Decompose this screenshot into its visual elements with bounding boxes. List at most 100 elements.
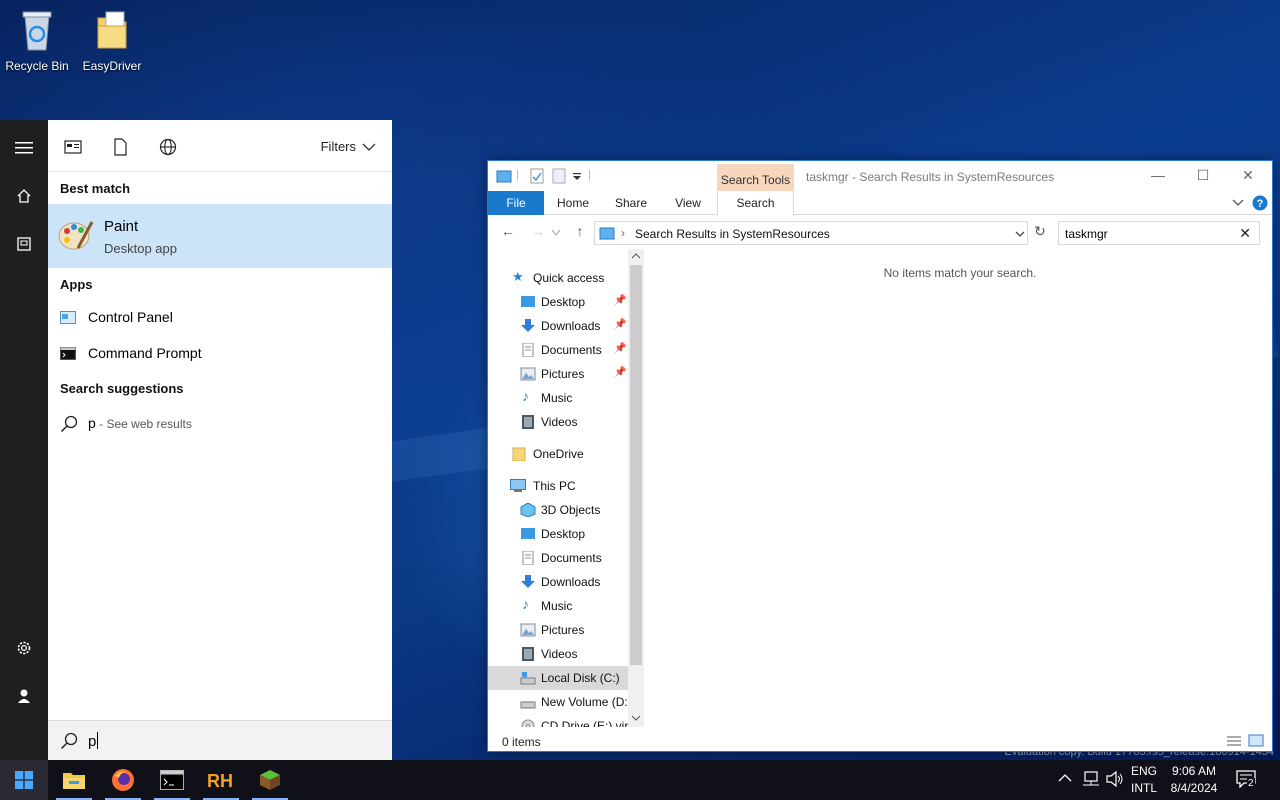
start-search-input[interactable]: p — [48, 720, 392, 760]
clock[interactable]: 9:06 AM 8/4/2024 — [1162, 763, 1226, 797]
help-icon[interactable]: ? — [1252, 195, 1268, 211]
back-arrow-icon[interactable]: ← — [498, 223, 518, 243]
app-result-label: Command Prompt — [88, 345, 202, 361]
nav-pane-scrollbar[interactable] — [628, 249, 644, 727]
results-pane[interactable]: No items match your search. — [648, 249, 1272, 727]
nav-pc-local-disk-c[interactable]: Local Disk (C:) — [488, 666, 628, 690]
taskbar: RH ENG INTL 9:06 AM 8/4/2024 2 — [0, 760, 1280, 800]
scroll-down-chevron-icon[interactable] — [632, 715, 640, 721]
forward-arrow-icon[interactable]: → — [528, 223, 548, 243]
show-hidden-icons-chevron-icon[interactable] — [1058, 773, 1072, 783]
hamburger-icon[interactable] — [0, 128, 48, 168]
clear-search-icon[interactable]: ✕ — [1239, 225, 1251, 242]
apps-scope-icon[interactable] — [64, 138, 82, 156]
web-scope-globe-icon[interactable] — [159, 138, 177, 156]
search-icon — [60, 415, 78, 433]
pin-icon: 📌 — [614, 295, 627, 306]
desktop-icon-easydriver[interactable]: EasyDriver — [75, 8, 149, 73]
nav-quick-documents[interactable]: Documents 📌 — [488, 338, 628, 362]
ribbon-tabs: File Home Share View Search ? — [488, 191, 1272, 216]
nav-quick-videos[interactable]: Videos — [488, 410, 628, 434]
explorer-search-input[interactable]: taskmgr ✕ — [1058, 221, 1260, 245]
close-icon[interactable]: ✕ — [1238, 167, 1258, 185]
taskbar-firefox[interactable] — [99, 760, 147, 800]
tab-share[interactable]: Share — [610, 191, 652, 215]
recent-locations-chevron-icon[interactable] — [552, 230, 560, 236]
scroll-up-chevron-icon[interactable] — [632, 253, 640, 259]
nav-pc-cd-drive-e[interactable]: CD Drive (E:) virt — [488, 714, 632, 727]
nav-pc-videos[interactable]: Videos — [488, 642, 628, 666]
title-bar[interactable]: | | Search Tools taskmgr - Search Result… — [488, 161, 1272, 192]
documents-icon[interactable] — [0, 224, 48, 264]
taskbar-command-prompt[interactable] — [148, 760, 196, 800]
expand-ribbon-chevron-icon[interactable] — [1232, 199, 1244, 207]
web-suggestion[interactable]: p - See web results — [48, 406, 392, 440]
nav-pc-music[interactable]: ♪ Music — [488, 594, 628, 618]
nav-quick-access[interactable]: ★ Quick access — [488, 266, 628, 290]
address-path: Search Results in SystemResources — [635, 227, 830, 241]
input-language-indicator[interactable]: ENG INTL — [1128, 763, 1160, 797]
search-input-value: p — [88, 733, 97, 750]
navigation-pane: ★ Quick access Desktop 📌 Downloads 📌 Doc… — [488, 249, 644, 727]
filters-dropdown[interactable]: Filters — [321, 139, 376, 154]
refresh-icon[interactable]: ↻ — [1030, 223, 1050, 243]
nav-quick-music[interactable]: ♪ Music — [488, 386, 628, 410]
nav-onedrive[interactable]: OneDrive — [488, 442, 628, 466]
customize-toolbar-dropdown-icon[interactable] — [572, 173, 582, 181]
tab-search[interactable]: Search — [717, 191, 794, 216]
minimize-icon[interactable]: — — [1148, 167, 1168, 185]
taskbar-resource-hacker[interactable]: RH — [197, 760, 245, 800]
network-icon[interactable] — [1082, 771, 1100, 787]
nav-pc-desktop[interactable]: Desktop — [488, 522, 628, 546]
3d-objects-icon — [520, 503, 536, 517]
best-match-paint[interactable]: Paint Desktop app — [48, 204, 392, 268]
nav-pc-documents[interactable]: Documents — [488, 546, 628, 570]
maximize-icon[interactable]: ☐ — [1193, 167, 1213, 185]
new-folder-icon[interactable] — [552, 168, 566, 184]
up-arrow-icon[interactable]: ↑ — [570, 223, 590, 243]
resource-hacker-icon: RH — [207, 771, 233, 790]
folder-icon — [97, 11, 127, 49]
tab-file[interactable]: File — [488, 191, 544, 215]
documents-scope-icon[interactable] — [111, 138, 129, 156]
suggestion-query: p — [88, 415, 96, 431]
desktop-icon — [521, 296, 535, 307]
firefox-icon — [112, 769, 134, 791]
explorer-folder-icon — [496, 170, 512, 183]
action-center-button[interactable]: 2 — [1236, 770, 1260, 792]
nav-pc-downloads[interactable]: Downloads — [488, 570, 628, 594]
tab-home[interactable]: Home — [552, 191, 594, 215]
tab-view[interactable]: View — [668, 191, 708, 215]
app-result-control-panel[interactable]: Control Panel — [48, 300, 392, 336]
nav-this-pc[interactable]: This PC — [488, 474, 628, 498]
start-button[interactable] — [0, 760, 48, 800]
address-dropdown-chevron-icon[interactable] — [1015, 231, 1025, 238]
address-bar[interactable]: › Search Results in SystemResources — [594, 221, 1028, 245]
computer-icon — [510, 479, 526, 492]
taskbar-file-explorer[interactable] — [50, 760, 98, 800]
nav-quick-downloads[interactable]: Downloads 📌 — [488, 314, 628, 338]
nav-pc-3d-objects[interactable]: 3D Objects — [488, 498, 628, 522]
nav-pc-new-volume-d[interactable]: New Volume (D: — [488, 690, 628, 714]
scrollbar-thumb[interactable] — [630, 265, 642, 665]
suggestion-hint: - See web results — [95, 417, 192, 431]
desktop-icon-recycle-bin[interactable]: Recycle Bin — [0, 8, 74, 73]
start-search-panel: Filters Best match Paint Desktop app App… — [48, 120, 392, 760]
details-view-icon[interactable] — [1226, 735, 1242, 747]
nav-quick-desktop[interactable]: Desktop 📌 — [488, 290, 628, 314]
nav-quick-pictures[interactable]: Pictures 📌 — [488, 362, 628, 386]
taskbar-minecraft[interactable] — [246, 760, 294, 800]
user-icon[interactable] — [0, 676, 48, 716]
window-title: taskmgr - Search Results in SystemResour… — [806, 170, 1055, 184]
properties-icon[interactable] — [530, 168, 544, 184]
home-icon[interactable] — [0, 176, 48, 216]
app-result-command-prompt[interactable]: Command Prompt — [48, 336, 392, 372]
volume-icon[interactable] — [1106, 771, 1124, 787]
settings-gear-icon[interactable] — [0, 628, 48, 668]
drive-icon — [520, 701, 536, 709]
nav-pc-pictures[interactable]: Pictures — [488, 618, 628, 642]
star-icon: ★ — [512, 269, 524, 284]
control-panel-icon — [60, 311, 76, 324]
large-icons-view-icon[interactable] — [1248, 734, 1264, 747]
best-match-subtitle: Desktop app — [104, 241, 177, 256]
